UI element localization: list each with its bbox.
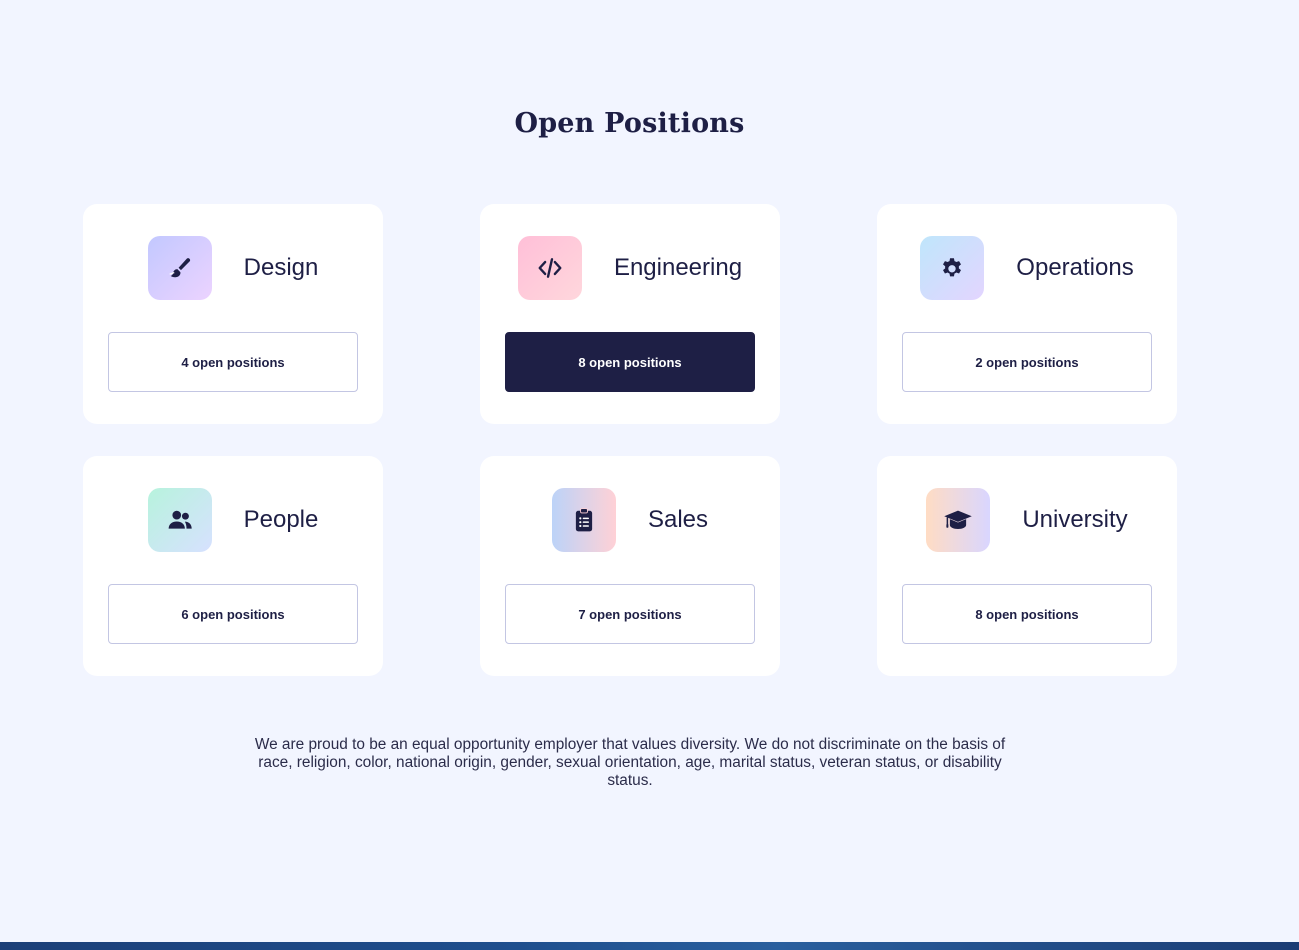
card-header: Engineering [480, 236, 780, 300]
card-header: University [877, 488, 1177, 552]
open-positions-button-engineering[interactable]: 8 open positions [505, 332, 755, 392]
gear-icon [943, 258, 962, 277]
department-name: Sales [647, 506, 709, 533]
department-card-operations: Operations 2 open positions [877, 204, 1177, 424]
card-header: People [83, 488, 383, 552]
department-name: Operations [1016, 254, 1134, 281]
department-name: People [243, 506, 319, 533]
footer-strip [0, 942, 1299, 950]
icon-tile [517, 236, 582, 300]
icon-tile [551, 488, 616, 552]
department-card-people: People 6 open positions [83, 456, 383, 676]
department-name: Design [243, 254, 319, 281]
department-name: Engineering [613, 254, 743, 281]
open-positions-button-operations[interactable]: 2 open positions [902, 332, 1152, 392]
department-card-university: University 8 open positions [877, 456, 1177, 676]
card-header: Design [83, 236, 383, 300]
open-positions-button-people[interactable]: 6 open positions [108, 584, 358, 644]
open-positions-button-design[interactable]: 4 open positions [108, 332, 358, 392]
icon-tile [920, 236, 985, 300]
users-icon [168, 510, 192, 529]
clipboard-list-icon [575, 508, 593, 532]
icon-tile [147, 488, 212, 552]
open-positions-button-sales[interactable]: 7 open positions [505, 584, 755, 644]
graduation-cap-icon [944, 510, 973, 529]
department-card-engineering: Engineering 8 open positions [480, 204, 780, 424]
card-header: Operations [877, 236, 1177, 300]
icon-tile [147, 236, 212, 300]
department-card-sales: Sales 7 open positions [480, 456, 780, 676]
paintbrush-icon [169, 258, 190, 278]
equal-opportunity-statement: We are proud to be an equal opportunity … [254, 736, 1006, 789]
department-card-design: Design 4 open positions [83, 204, 383, 424]
icon-tile [926, 488, 991, 552]
department-name: University [1022, 506, 1128, 533]
card-header: Sales [480, 488, 780, 552]
open-positions-page: Open Positions Design 4 open positions E… [0, 0, 1299, 950]
open-positions-button-university[interactable]: 8 open positions [902, 584, 1152, 644]
page-title: Open Positions [514, 108, 745, 139]
code-icon [538, 258, 562, 278]
